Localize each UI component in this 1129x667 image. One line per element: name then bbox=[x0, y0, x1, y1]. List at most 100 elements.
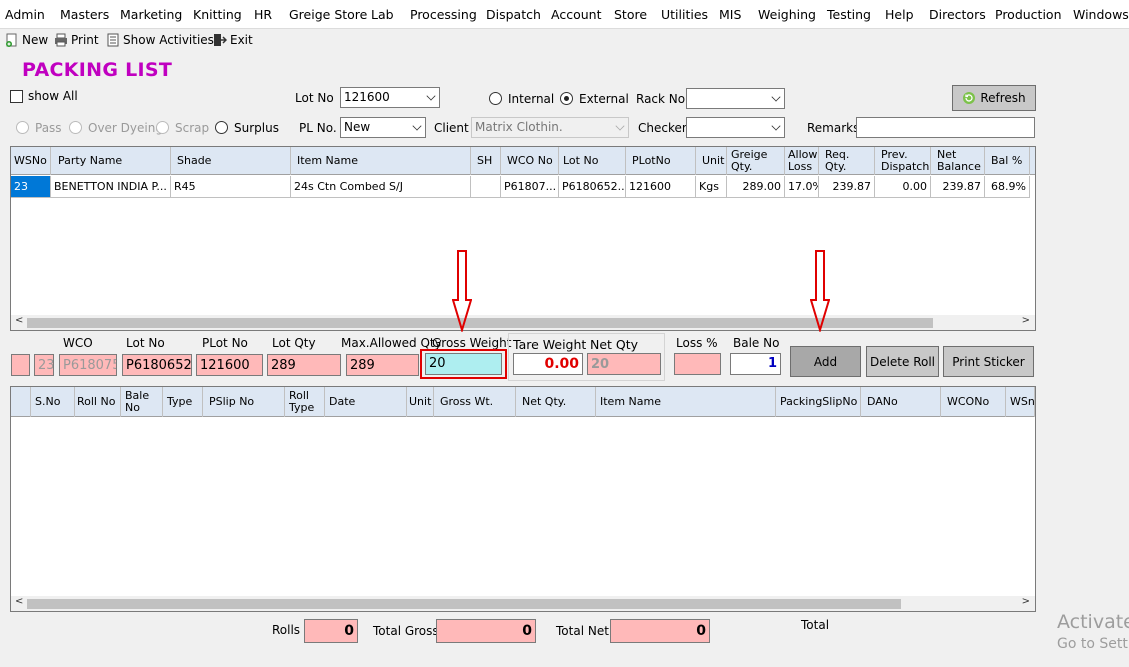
new-button[interactable]: New bbox=[5, 33, 48, 47]
scrap-radio[interactable] bbox=[156, 121, 169, 134]
col-header[interactable]: S.No bbox=[31, 387, 75, 417]
client-combo[interactable]: Matrix Clothin. bbox=[471, 117, 629, 138]
loss-percent-field[interactable] bbox=[674, 353, 721, 375]
col-header[interactable]: WSno bbox=[1006, 387, 1035, 417]
col-header[interactable]: PLotNo bbox=[626, 147, 696, 175]
show-activities-button[interactable]: Show Activities bbox=[106, 33, 214, 47]
col-header[interactable]: Allowe Loss bbox=[785, 147, 819, 175]
menu-account[interactable]: Account bbox=[551, 7, 601, 22]
print-button[interactable]: Print bbox=[54, 33, 99, 47]
col-header[interactable]: WSNo bbox=[11, 147, 51, 175]
packing-rolls-grid[interactable]: S.No Roll No Bale No Type PSlip No Roll … bbox=[10, 386, 1036, 612]
col-header[interactable]: Unit bbox=[407, 387, 434, 417]
cell-wco-no[interactable]: P61807... bbox=[501, 176, 559, 198]
cell-ws-no[interactable]: 23 bbox=[11, 176, 51, 198]
menu-weighing[interactable]: Weighing bbox=[758, 7, 816, 22]
pl-no-combo[interactable]: New bbox=[340, 117, 426, 138]
menu-masters[interactable]: Masters bbox=[60, 7, 109, 22]
bale-no-input[interactable]: 1 bbox=[730, 353, 781, 375]
col-header[interactable]: Gross Wt. bbox=[434, 387, 516, 417]
col-header[interactable]: WCO No bbox=[501, 147, 559, 175]
menu-utilities[interactable]: Utilities bbox=[661, 7, 708, 22]
gross-weight-input[interactable]: 20 bbox=[425, 353, 502, 375]
horizontal-scrollbar[interactable]: < > bbox=[11, 315, 1035, 330]
wco-field[interactable]: P618075 bbox=[59, 354, 117, 376]
checker-combo[interactable] bbox=[686, 117, 785, 138]
scroll-thumb[interactable] bbox=[27, 599, 901, 609]
cell-item-name[interactable]: 24s Ctn Combed S/J bbox=[291, 176, 471, 198]
external-radio[interactable] bbox=[560, 92, 573, 105]
menu-help[interactable]: Help bbox=[885, 7, 914, 22]
cell-req-qty[interactable]: 239.87 bbox=[819, 176, 875, 198]
lot-no-combo[interactable]: 121600 bbox=[340, 87, 440, 108]
menu-lab[interactable]: Lab bbox=[371, 7, 394, 22]
scroll-left-icon[interactable]: < bbox=[15, 596, 23, 607]
rack-no-combo[interactable] bbox=[686, 88, 785, 109]
menu-admin[interactable]: Admin bbox=[5, 7, 45, 22]
lot-qty-field[interactable]: 289 bbox=[267, 354, 341, 376]
col-header[interactable]: Req. Qty. bbox=[819, 147, 875, 175]
ws-no-field[interactable]: 23 bbox=[34, 354, 54, 376]
menu-hr[interactable]: HR bbox=[254, 7, 272, 22]
col-header[interactable]: Net Balance bbox=[931, 147, 985, 175]
horizontal-scrollbar[interactable]: < > bbox=[11, 596, 1035, 611]
cell-unit[interactable]: Kgs bbox=[696, 176, 727, 198]
col-header[interactable]: Prev. Dispatch bbox=[875, 147, 931, 175]
col-header[interactable]: Bal % bbox=[985, 147, 1030, 175]
internal-radio[interactable] bbox=[489, 92, 502, 105]
menu-greige-store[interactable]: Greige Store bbox=[289, 7, 367, 22]
menu-testing[interactable]: Testing bbox=[827, 7, 871, 22]
cell-party-name[interactable]: BENETTON INDIA P... bbox=[51, 176, 171, 198]
col-header[interactable]: Unit bbox=[696, 147, 727, 175]
menu-directors[interactable]: Directors bbox=[929, 7, 986, 22]
plot-no-field[interactable]: 121600 bbox=[196, 354, 263, 376]
scroll-right-icon[interactable]: > bbox=[1022, 596, 1030, 607]
col-header[interactable]: Type bbox=[163, 387, 203, 417]
cell-shade[interactable]: R45 bbox=[171, 176, 291, 198]
col-header[interactable]: PSlip No bbox=[203, 387, 285, 417]
cell-lot-no[interactable]: P6180652... bbox=[559, 176, 626, 198]
menu-processing[interactable]: Processing bbox=[410, 7, 477, 22]
menu-knitting[interactable]: Knitting bbox=[193, 7, 242, 22]
cell-prev-dispatch[interactable]: 0.00 bbox=[875, 176, 931, 198]
print-sticker-button[interactable]: Print Sticker bbox=[943, 346, 1034, 377]
menu-production[interactable]: Production bbox=[995, 7, 1062, 22]
cell-sh[interactable] bbox=[471, 176, 501, 198]
col-header[interactable]: Lot No bbox=[559, 147, 626, 175]
menu-windows[interactable]: Windows bbox=[1073, 7, 1129, 22]
scroll-thumb[interactable] bbox=[27, 318, 933, 328]
add-button[interactable]: Add bbox=[790, 346, 861, 377]
col-header[interactable]: Shade bbox=[171, 147, 291, 175]
col-header[interactable]: DANo bbox=[861, 387, 941, 417]
show-all-checkbox[interactable] bbox=[10, 90, 23, 103]
cell-greige-qty[interactable]: 289.00 bbox=[727, 176, 785, 198]
col-header[interactable]: PackingSlipNo bbox=[776, 387, 861, 417]
col-header[interactable]: Party Name bbox=[51, 147, 171, 175]
col-header[interactable]: Greige Qty. bbox=[727, 147, 785, 175]
col-header[interactable]: WCONo bbox=[941, 387, 1006, 417]
blank-field[interactable] bbox=[11, 354, 30, 376]
over-dyeing-radio[interactable] bbox=[69, 121, 82, 134]
pass-radio[interactable] bbox=[16, 121, 29, 134]
scroll-left-icon[interactable]: < bbox=[15, 315, 23, 326]
cell-plot-no[interactable]: 121600 bbox=[626, 176, 696, 198]
surplus-radio[interactable] bbox=[215, 121, 228, 134]
exit-button[interactable]: Exit bbox=[213, 33, 253, 47]
refresh-button[interactable]: Refresh bbox=[952, 85, 1036, 111]
col-header[interactable]: Item Name bbox=[596, 387, 776, 417]
menu-mis[interactable]: MIS bbox=[719, 7, 741, 22]
col-header[interactable]: Roll Type bbox=[285, 387, 325, 417]
work-sheet-grid[interactable]: WSNo Party Name Shade Item Name SH WCO N… bbox=[10, 146, 1036, 331]
menu-store[interactable]: Store bbox=[614, 7, 647, 22]
col-header[interactable]: Date bbox=[325, 387, 407, 417]
menu-marketing[interactable]: Marketing bbox=[120, 7, 182, 22]
col-header[interactable] bbox=[11, 387, 31, 417]
net-qty-field[interactable]: 20 bbox=[587, 353, 661, 375]
menu-dispatch[interactable]: Dispatch bbox=[486, 7, 541, 22]
col-header[interactable]: Net Qty. bbox=[516, 387, 596, 417]
max-allowed-qty-field[interactable]: 289 bbox=[346, 354, 419, 376]
col-header[interactable]: Bale No bbox=[121, 387, 163, 417]
cell-net-balance[interactable]: 239.87 bbox=[931, 176, 985, 198]
col-header[interactable]: Item Name bbox=[291, 147, 471, 175]
cell-allowed-loss[interactable]: 17.0% bbox=[785, 176, 819, 198]
